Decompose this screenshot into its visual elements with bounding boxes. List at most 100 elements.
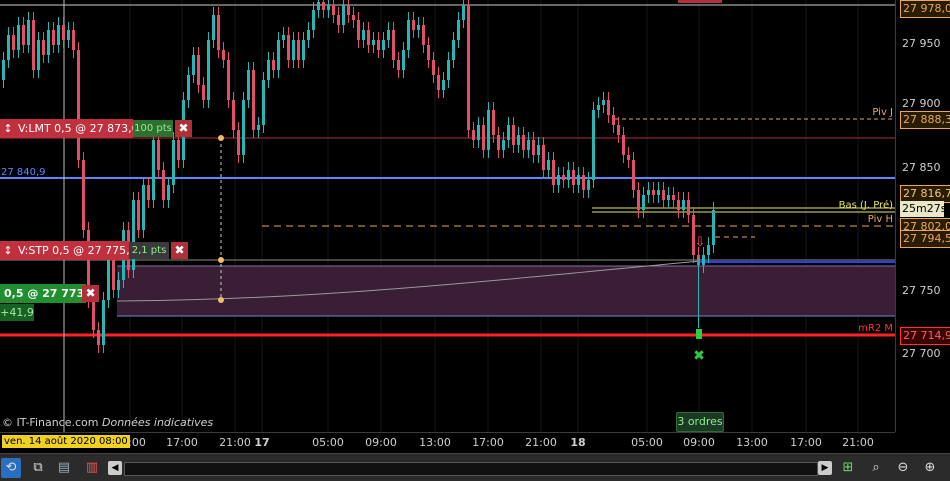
candle-body [492,110,495,135]
price-label: 27 750 [902,284,941,297]
candle-body [487,110,490,150]
bottom-toolbar: ⟲ ⧉ ▤ ▥ ◀ ▶ ⊞ ⌕ ⊖ ⊕ [0,453,950,481]
fit-icon[interactable]: ⊞ [838,458,858,478]
candle-body [247,70,250,100]
scroll-left-icon[interactable]: ◀ [108,461,122,475]
time-tick: 09:00 [683,436,715,449]
time-tick: 17 [254,436,270,449]
candle-body [332,5,335,15]
candle-body [17,25,20,50]
zoom-area-icon[interactable]: ⌕ [866,458,886,478]
time-axis[interactable]: 08:00 17:00 21:00 17 05:00 09:00 13:00 17:00 21:… [0,432,895,453]
piv-j-price-tag: 27 888,3 [900,111,950,129]
candle-body [567,170,570,180]
candle-body [297,40,300,60]
candle-body [447,60,450,80]
drag-icon[interactable]: ↕ [0,241,16,260]
indicators-icon[interactable]: ▥ [82,458,102,478]
scroll-right-icon[interactable]: ▶ [818,461,832,475]
top-alert-tab[interactable] [678,0,722,3]
candle-body [397,60,400,70]
candle-body [352,15,355,20]
candle-body [347,5,350,15]
candle-body [632,160,635,190]
candle-body [417,25,420,30]
time-tick: 05:00 [312,436,344,449]
candle-body [597,105,600,110]
price-label: 27 850 [902,161,941,174]
limit-order-tag[interactable]: ↕ V:LMT 0,5 @ 27 873,0 [0,119,139,138]
candle-body [617,125,620,135]
candle-body [82,160,85,230]
candle-body [137,200,140,230]
candle-body [67,30,70,40]
piv-j-label: Piv J [872,107,893,118]
time-tick: 18 [570,436,586,449]
candle-body [402,50,405,70]
candle-body [77,50,80,160]
candle-body [422,25,425,45]
candle-body [147,185,150,200]
candle-body [327,5,330,10]
cancel-limit-icon[interactable]: ✖ [175,120,192,137]
candle-body [242,100,245,155]
orders-button[interactable]: 3 ordres [676,412,724,432]
candle-body [587,180,590,190]
share-icon[interactable]: ⟲ [1,458,21,478]
candle-body [262,80,265,125]
candle-body [157,140,160,170]
candle-body [367,30,370,45]
stop-order-tag[interactable]: ↕ V:STP 0,5 @ 27 775,1 [0,241,137,260]
candle-body [27,20,30,45]
candle-body [537,145,540,155]
candle-body [462,5,465,20]
close-position-icon: ✖ [693,348,705,364]
candle-body [522,135,525,150]
drag-icon[interactable]: ↕ [0,119,16,138]
candle-body [582,175,585,190]
cancel-stop-icon[interactable]: ✖ [171,242,188,259]
candle-body [47,30,50,55]
candle-body [627,155,630,160]
candle-body [677,200,680,210]
time-tick: 21:00 [525,436,557,449]
candle-body [382,40,385,50]
candle-body [272,60,275,70]
time-tick: 21:00 [219,436,251,449]
candle-body [307,30,310,40]
candle-body [342,5,345,25]
price-chart[interactable]: ⇩ ✖ Piv J Bas (J. Pré) Piv H mR2 M 27 84… [0,0,895,432]
candle-body [92,300,95,330]
template-icon[interactable]: ▤ [54,458,74,478]
candle-body [687,200,690,215]
candle-body [707,245,710,255]
zoom-out-icon[interactable]: ⊖ [893,458,913,478]
close-position-button[interactable]: ✖ [82,285,99,302]
candle-body [547,160,550,170]
horizontal-scrollbar[interactable] [124,462,818,476]
position-tag[interactable]: 0,5 @ 27 773,0 [0,284,96,303]
candle-body [2,60,5,80]
price-label: 27 950 [902,37,941,50]
candle-body [482,125,485,150]
candle-body [647,190,650,195]
candle-body [232,100,235,130]
time-tick: 21:00 [842,436,874,449]
order-handle-position [218,297,224,303]
candle-body [612,115,615,125]
sync-icon[interactable]: ⧉ [28,458,48,478]
candle-body [167,185,170,200]
candle-body [202,85,205,100]
candle-body [287,35,290,60]
candle-body [22,25,25,45]
candle-body [387,30,390,40]
chart-area[interactable]: ⇩ ✖ Piv J Bas (J. Pré) Piv H mR2 M 27 84… [0,0,895,432]
entry-marker [696,329,702,339]
candle-body [527,140,530,150]
candle-body [452,40,455,60]
current-date-badge: ven. 14 août 2020 08:00 [2,435,130,448]
candle-body [507,125,510,140]
candle-body [187,75,190,100]
zoom-in-icon[interactable]: ⊕ [920,458,940,478]
candle-body [512,125,515,145]
